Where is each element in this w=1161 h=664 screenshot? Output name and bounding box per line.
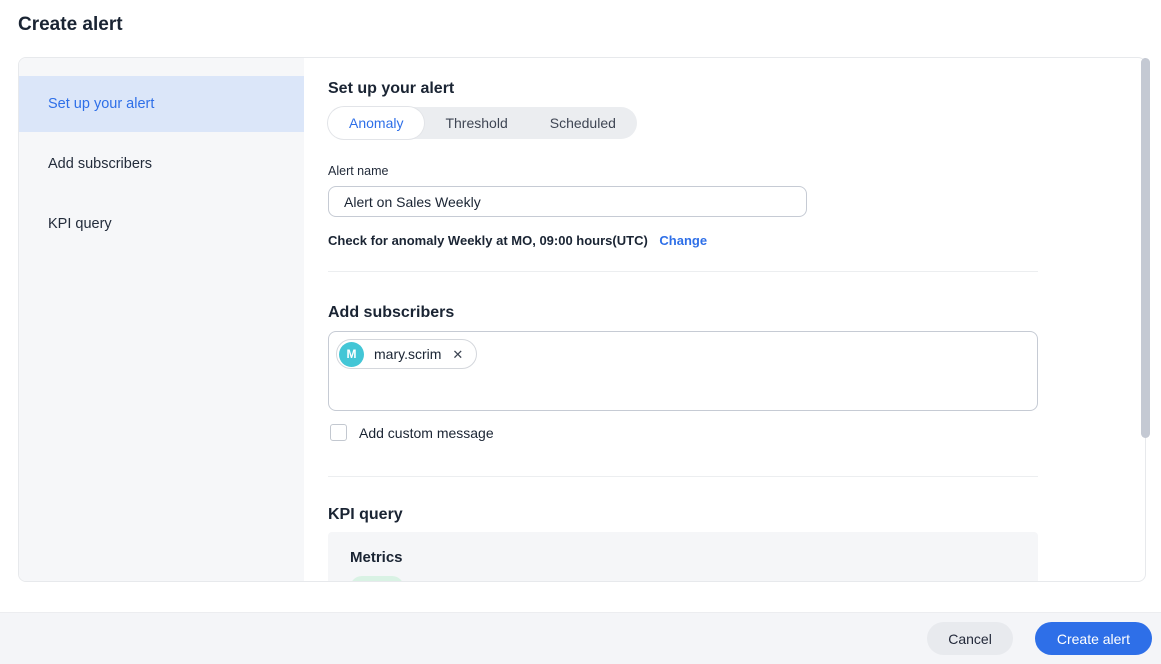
- subscriber-avatar: M: [339, 342, 364, 367]
- sidebar-item-label: Set up your alert: [48, 96, 154, 112]
- create-alert-panel: Set up your alert Add subscribers KPI qu…: [18, 57, 1146, 582]
- scrollbar-thumb[interactable]: [1141, 58, 1150, 438]
- setup-section-heading: Set up your alert: [328, 80, 1145, 98]
- schedule-text: Check for anomaly Weekly at MO, 09:00 ho…: [328, 233, 648, 248]
- sidebar-item-label: KPI query: [48, 216, 112, 232]
- kpi-query-panel: Metrics sales: [328, 532, 1038, 582]
- steps-sidebar: Set up your alert Add subscribers KPI qu…: [19, 58, 304, 581]
- sidebar-item-setup[interactable]: Set up your alert: [19, 76, 304, 132]
- sidebar-item-kpi-query[interactable]: KPI query: [19, 196, 304, 252]
- custom-message-row: Add custom message: [328, 424, 1145, 441]
- cancel-button[interactable]: Cancel: [927, 622, 1013, 655]
- custom-message-label: Add custom message: [359, 425, 494, 441]
- panel-content: Set up your alert Anomaly Threshold Sche…: [304, 58, 1145, 581]
- subscribers-section-heading: Add subscribers: [328, 304, 1145, 322]
- page-title: Create alert: [18, 14, 123, 36]
- tab-scheduled[interactable]: Scheduled: [529, 107, 637, 139]
- sidebar-item-label: Add subscribers: [48, 156, 152, 172]
- section-divider: [328, 476, 1038, 477]
- change-schedule-link[interactable]: Change: [659, 233, 707, 248]
- tab-threshold[interactable]: Threshold: [424, 107, 528, 139]
- custom-message-checkbox[interactable]: [330, 424, 347, 441]
- footer-bar: Cancel Create alert: [0, 612, 1161, 664]
- section-divider: [328, 271, 1038, 272]
- remove-subscriber-icon[interactable]: ✕: [452, 348, 463, 361]
- alert-type-tabs: Anomaly Threshold Scheduled: [328, 107, 637, 139]
- subscriber-name: mary.scrim: [374, 346, 441, 362]
- tab-anomaly[interactable]: Anomaly: [328, 107, 424, 139]
- metrics-label: Metrics: [350, 549, 1016, 566]
- alert-name-label: Alert name: [328, 164, 1145, 178]
- kpi-section-heading: KPI query: [328, 506, 1145, 524]
- sidebar-item-subscribers[interactable]: Add subscribers: [19, 136, 304, 192]
- metric-chip-sales[interactable]: sales: [350, 576, 404, 582]
- subscribers-input-box[interactable]: M mary.scrim ✕: [328, 331, 1038, 411]
- create-alert-button[interactable]: Create alert: [1035, 622, 1152, 655]
- alert-name-input[interactable]: [328, 186, 807, 217]
- schedule-row: Check for anomaly Weekly at MO, 09:00 ho…: [328, 233, 1145, 248]
- subscriber-chip: M mary.scrim ✕: [336, 339, 477, 369]
